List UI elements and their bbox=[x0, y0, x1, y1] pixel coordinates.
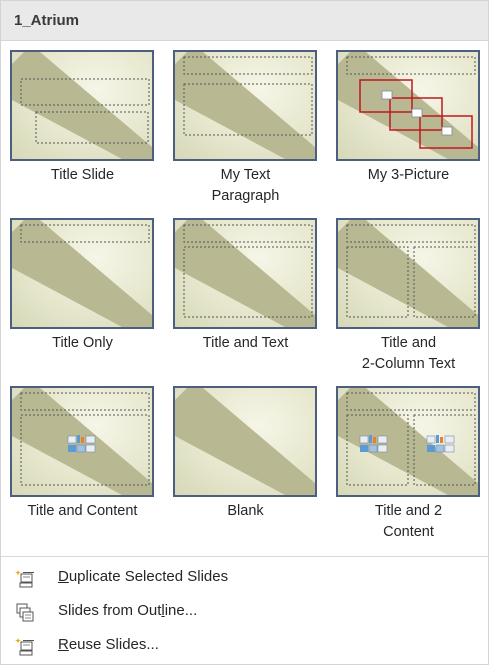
layout-title-and-text[interactable]: Title and Text bbox=[164, 215, 327, 383]
duplicate-selected-slides-item[interactable]: Duplicate Selected Slides bbox=[1, 563, 489, 593]
layout-my-3-picture[interactable]: My 3-Picture bbox=[327, 47, 489, 215]
layout-label: My Text Paragraph bbox=[211, 167, 280, 204]
gallery-header: 1_Atrium bbox=[1, 1, 488, 41]
reuse-slides-icon bbox=[15, 637, 35, 657]
layout-label: Title Only bbox=[52, 335, 113, 351]
layout-label: Title and 2 Content bbox=[374, 503, 443, 540]
layout-grid: Title Slide My Text Paragraph My 3-Pictu… bbox=[1, 47, 489, 552]
layout-thumbnail bbox=[10, 50, 154, 161]
layout-title-and-content[interactable]: Title and Content bbox=[1, 383, 164, 551]
layout-label: My 3-Picture bbox=[367, 167, 450, 183]
layout-blank[interactable]: Blank bbox=[164, 383, 327, 551]
layout-thumbnail bbox=[336, 50, 480, 161]
reuse-slides-label: Reuse Slides... bbox=[58, 636, 159, 653]
layout-title-and-2-column-text[interactable]: Title and 2-Column Text bbox=[327, 215, 489, 383]
duplicate-selected-slides-label: Duplicate Selected Slides bbox=[58, 568, 229, 585]
layout-gallery: 1_Atrium Title Slide My Text Paragraph M… bbox=[0, 0, 489, 665]
slides-from-outline-item[interactable]: Slides from Outline... bbox=[1, 597, 489, 627]
layout-thumbnail bbox=[173, 50, 317, 161]
layout-title-and-2-content[interactable]: Title and 2 Content bbox=[327, 383, 489, 551]
layout-title-only[interactable]: Title Only bbox=[1, 215, 164, 383]
layout-thumbnail bbox=[10, 386, 154, 497]
slides-from-outline-label: Slides from Outline... bbox=[58, 602, 198, 619]
layout-thumbnail bbox=[336, 218, 480, 329]
duplicate-slides-icon bbox=[15, 569, 35, 589]
layout-my-text-paragraph[interactable]: My Text Paragraph bbox=[164, 47, 327, 215]
layout-label: Blank bbox=[227, 503, 264, 519]
theme-name: 1_Atrium bbox=[14, 12, 80, 29]
layout-title-slide[interactable]: Title Slide bbox=[1, 47, 164, 215]
layout-label: Title and 2-Column Text bbox=[361, 335, 456, 372]
layout-thumbnail bbox=[10, 218, 154, 329]
layout-label: Title Slide bbox=[50, 167, 115, 183]
reuse-slides-item[interactable]: Reuse Slides... bbox=[1, 631, 489, 661]
layout-thumbnail bbox=[173, 386, 317, 497]
layout-label: Title and Content bbox=[27, 503, 138, 519]
layout-label: Title and Text bbox=[202, 335, 289, 351]
slides-from-outline-icon bbox=[15, 603, 35, 623]
layout-thumbnail bbox=[336, 386, 480, 497]
layout-thumbnail bbox=[173, 218, 317, 329]
menu-separator bbox=[1, 556, 489, 557]
